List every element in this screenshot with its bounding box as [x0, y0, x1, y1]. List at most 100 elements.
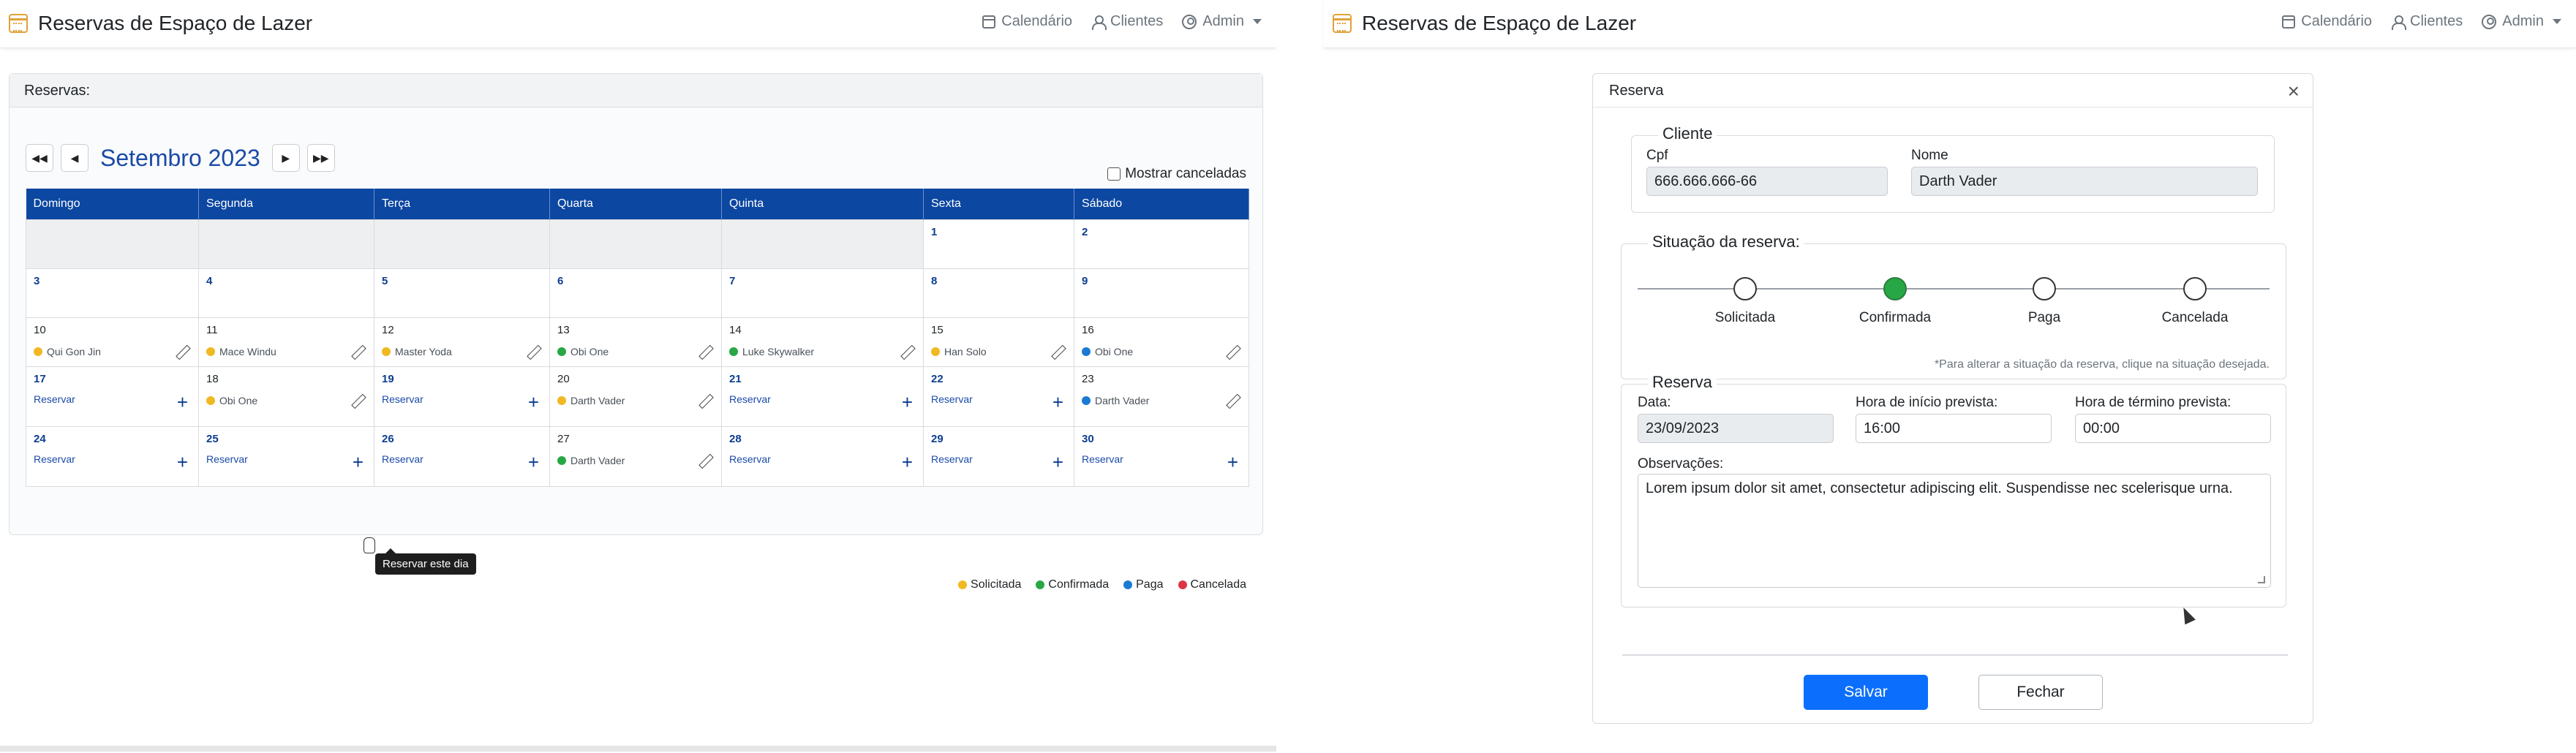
calendar-logo-icon — [9, 14, 28, 33]
status-step-paid[interactable] — [2033, 277, 2056, 300]
brand[interactable]: Reservas de Espaço de Lazer — [1333, 12, 1636, 35]
status-label-paid[interactable]: Paga — [1986, 310, 2103, 326]
empty-day — [549, 219, 722, 269]
name-field[interactable]: Darth Vader — [1911, 167, 2258, 196]
add-reservation-plus-icon[interactable]: + — [177, 393, 188, 412]
status-step-confirmed[interactable] — [1883, 277, 1907, 300]
event-client-name: Darth Vader — [1095, 394, 1150, 406]
reserve-link[interactable]: Reservar — [931, 453, 973, 465]
day-number: 6 — [557, 274, 564, 287]
nav-admin-dropdown[interactable]: Admin — [1182, 13, 1262, 30]
reservation-event[interactable]: Mace Windu — [206, 346, 276, 357]
reservation-event[interactable]: Darth Vader — [1082, 395, 1149, 406]
reserve-link[interactable]: Reservar — [34, 393, 75, 405]
nav-clients[interactable]: Clientes — [2391, 13, 2463, 30]
nav-admin-dropdown[interactable]: Admin — [2482, 13, 2561, 30]
nav-calendar[interactable]: Calendário — [2282, 13, 2372, 30]
show-cancelled-toggle[interactable]: Mostrar canceladas — [1107, 166, 1246, 182]
client-section: Cliente Cpf 666.666.666-66 Nome Darth Va… — [1631, 124, 2275, 213]
app-title: Reservas de Espaço de Lazer — [38, 12, 313, 34]
add-reservation-plus-icon[interactable]: + — [353, 453, 364, 472]
close-button[interactable]: Fechar — [1978, 675, 2103, 710]
prev-month-button[interactable]: ◀ — [61, 144, 88, 172]
reserve-link[interactable]: Reservar — [729, 453, 771, 465]
next-month-button[interactable]: ▶ — [271, 144, 300, 172]
day-number: 15 — [931, 323, 944, 336]
date-field[interactable]: 23/09/2023 — [1638, 414, 1834, 443]
event-client-name: Master Yoda — [395, 345, 452, 357]
calendar-logo-icon — [1333, 14, 1352, 33]
add-reservation-plus-icon[interactable]: + — [1227, 453, 1238, 472]
day-cell: 5 — [374, 268, 550, 318]
add-reservation-plus-icon[interactable]: + — [902, 393, 913, 412]
reservation-event[interactable]: Master Yoda — [382, 346, 452, 357]
add-reservation-plus-icon[interactable]: + — [528, 393, 539, 412]
resize-handle-icon[interactable] — [2258, 576, 2265, 583]
reserve-link[interactable]: Reservar — [34, 453, 75, 465]
start-time-field[interactable]: 16:00 — [1856, 414, 2052, 443]
status-label-cancelled[interactable]: Cancelada — [2136, 310, 2253, 326]
status-label-confirmed[interactable]: Confirmada — [1837, 310, 1954, 326]
edit-pencil-icon[interactable] — [175, 344, 189, 359]
show-cancelled-checkbox[interactable] — [1107, 167, 1121, 181]
status-step-requested[interactable] — [1733, 277, 1757, 300]
empty-day — [374, 219, 550, 269]
add-reservation-plus-icon[interactable]: + — [528, 453, 539, 472]
nav-calendar-label: Calendário — [1001, 13, 1073, 29]
cpf-field[interactable]: 666.666.666-66 — [1646, 167, 1888, 196]
next-year-button[interactable]: ▶▶ — [306, 144, 335, 172]
add-reservation-plus-icon[interactable]: + — [1052, 453, 1063, 472]
day-cell: 7 — [721, 268, 924, 318]
edit-pencil-icon[interactable] — [900, 344, 914, 359]
nav-calendar[interactable]: Calendário — [982, 13, 1072, 30]
edit-pencil-icon[interactable] — [350, 393, 365, 408]
nav-clients-label: Clientes — [1110, 13, 1164, 29]
add-reservation-plus-icon[interactable]: + — [177, 453, 188, 472]
user-icon — [2391, 15, 2407, 30]
event-client-name: Qui Gon Jin — [47, 345, 101, 357]
reservation-event[interactable]: Darth Vader — [557, 455, 625, 466]
edit-pencil-icon[interactable] — [1225, 344, 1240, 359]
reservation-event[interactable]: Darth Vader — [557, 395, 625, 406]
reserve-link[interactable]: Reservar — [931, 393, 973, 405]
reservation-event[interactable]: Obi One — [206, 395, 257, 406]
edit-pencil-icon[interactable] — [350, 344, 365, 359]
status-step-cancelled[interactable] — [2183, 277, 2207, 300]
prev-year-button[interactable]: ◀◀ — [26, 144, 53, 172]
edit-pencil-icon[interactable] — [698, 393, 712, 408]
reserve-link[interactable]: Reservar — [382, 393, 423, 405]
status-section-title: Situação da reserva: — [1648, 232, 1804, 251]
edit-pencil-icon[interactable] — [1225, 393, 1240, 408]
end-time-field[interactable]: 00:00 — [2075, 414, 2271, 443]
reserve-link[interactable]: Reservar — [1082, 453, 1123, 465]
reservation-event[interactable]: Luke Skywalker — [729, 346, 814, 357]
event-client-name: Darth Vader — [570, 394, 625, 406]
day-cell: 13 Obi One — [549, 317, 722, 367]
empty-day — [198, 219, 374, 269]
day-number: 16 — [1082, 323, 1094, 336]
edit-pencil-icon[interactable] — [698, 344, 712, 359]
edit-pencil-icon[interactable] — [698, 453, 712, 468]
edit-pencil-icon[interactable] — [1050, 344, 1065, 359]
add-reservation-plus-icon[interactable]: + — [1052, 393, 1063, 412]
reservation-event[interactable]: Obi One — [557, 346, 609, 357]
save-button[interactable]: Salvar — [1804, 675, 1928, 710]
horizontal-scrollbar[interactable] — [0, 746, 1284, 752]
status-track — [1638, 288, 2270, 290]
reserve-link[interactable]: Reservar — [729, 393, 771, 405]
nav-clients[interactable]: Clientes — [1091, 13, 1163, 30]
close-icon[interactable]: × — [2288, 80, 2300, 103]
reservation-event[interactable]: Han Solo — [931, 346, 987, 357]
day-cell: 2 — [1074, 219, 1249, 269]
edit-pencil-icon[interactable] — [526, 344, 541, 359]
status-label-requested[interactable]: Solicitada — [1687, 310, 1804, 326]
reservation-event[interactable]: Qui Gon Jin — [34, 346, 101, 357]
reservation-event[interactable]: Obi One — [1082, 346, 1133, 357]
weekday-thu: Quinta — [721, 189, 924, 219]
reserve-link[interactable]: Reservar — [206, 453, 248, 465]
add-reservation-plus-icon[interactable]: + — [902, 453, 913, 472]
brand[interactable]: Reservas de Espaço de Lazer — [9, 12, 312, 35]
notes-textarea[interactable]: Lorem ipsum dolor sit amet, consectetur … — [1638, 474, 2271, 588]
reserve-link[interactable]: Reservar — [382, 453, 423, 465]
date-label: Data: — [1638, 395, 1671, 410]
